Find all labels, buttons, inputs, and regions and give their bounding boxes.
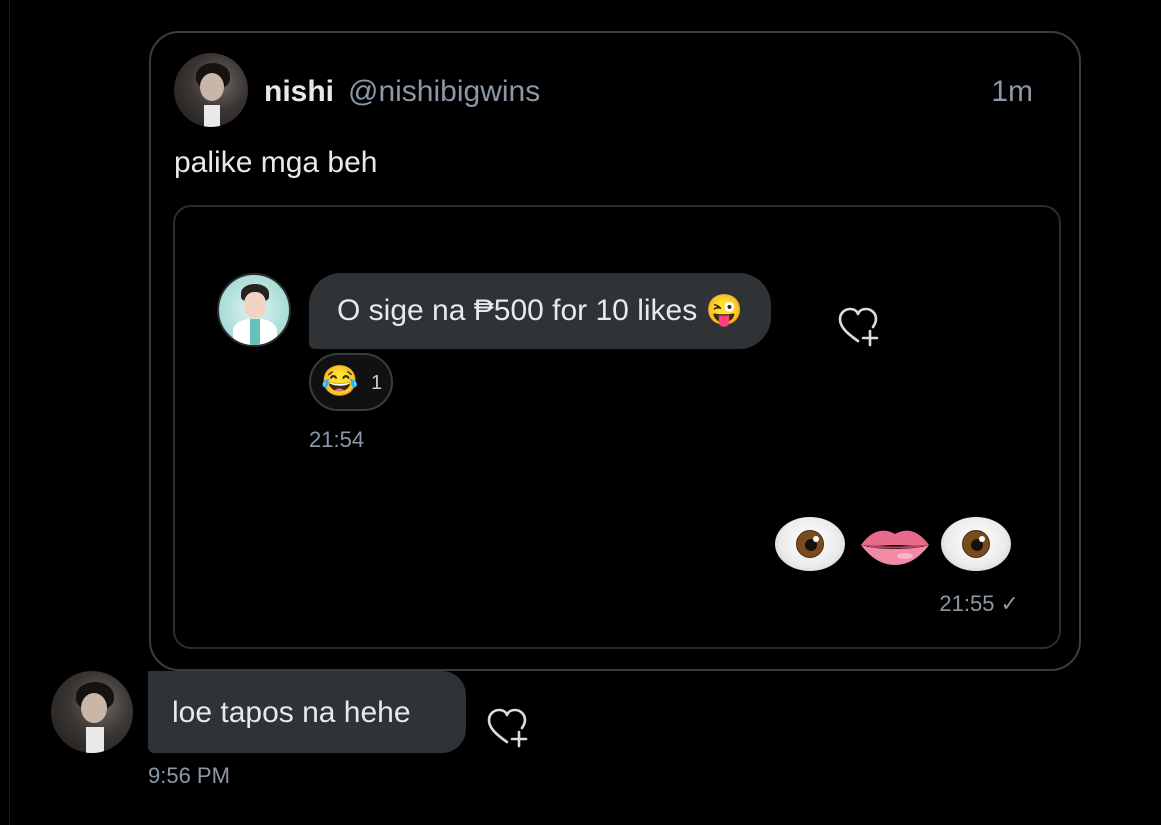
tweet-timestamp[interactable]: 1m [991,75,1033,109]
tweet-author-name[interactable]: nishi [264,75,334,109]
heart-plus-icon[interactable] [486,706,530,750]
shared-tweet-card[interactable]: nishi @nishibigwins 1m palike mga beh O … [149,31,1081,671]
left-divider [9,0,10,825]
message-time: 9:56 PM [148,763,230,788]
message-bubble: loe tapos na hehe [148,671,466,753]
eye-emoji [775,517,845,571]
tears-of-joy-emoji: 😂 [321,365,359,398]
reaction-pill: 😂 1 [309,353,393,411]
reaction-count: 1 [371,372,383,394]
tweet-author-avatar[interactable] [174,53,248,127]
incoming-message-bubble: O sige na ₱500 for 10 likes 😜 [309,273,771,349]
lips-emoji [861,530,929,565]
incoming-message-time: 21:54 [309,427,365,452]
tweet-author-handle[interactable]: @nishibigwins [348,75,540,109]
heart-plus-icon [838,307,879,347]
tweet-text: palike mga beh [174,146,378,179]
doctor-avatar-icon [217,273,291,347]
sender-avatar[interactable] [51,671,133,753]
outgoing-message-time: 21:55 ✓ [939,591,1019,616]
tweet-media-screenshot[interactable]: O sige na ₱500 for 10 likes 😜 😂 1 21:54 [173,205,1061,649]
eye-emoji [941,517,1011,571]
emoji-message [775,515,1015,575]
